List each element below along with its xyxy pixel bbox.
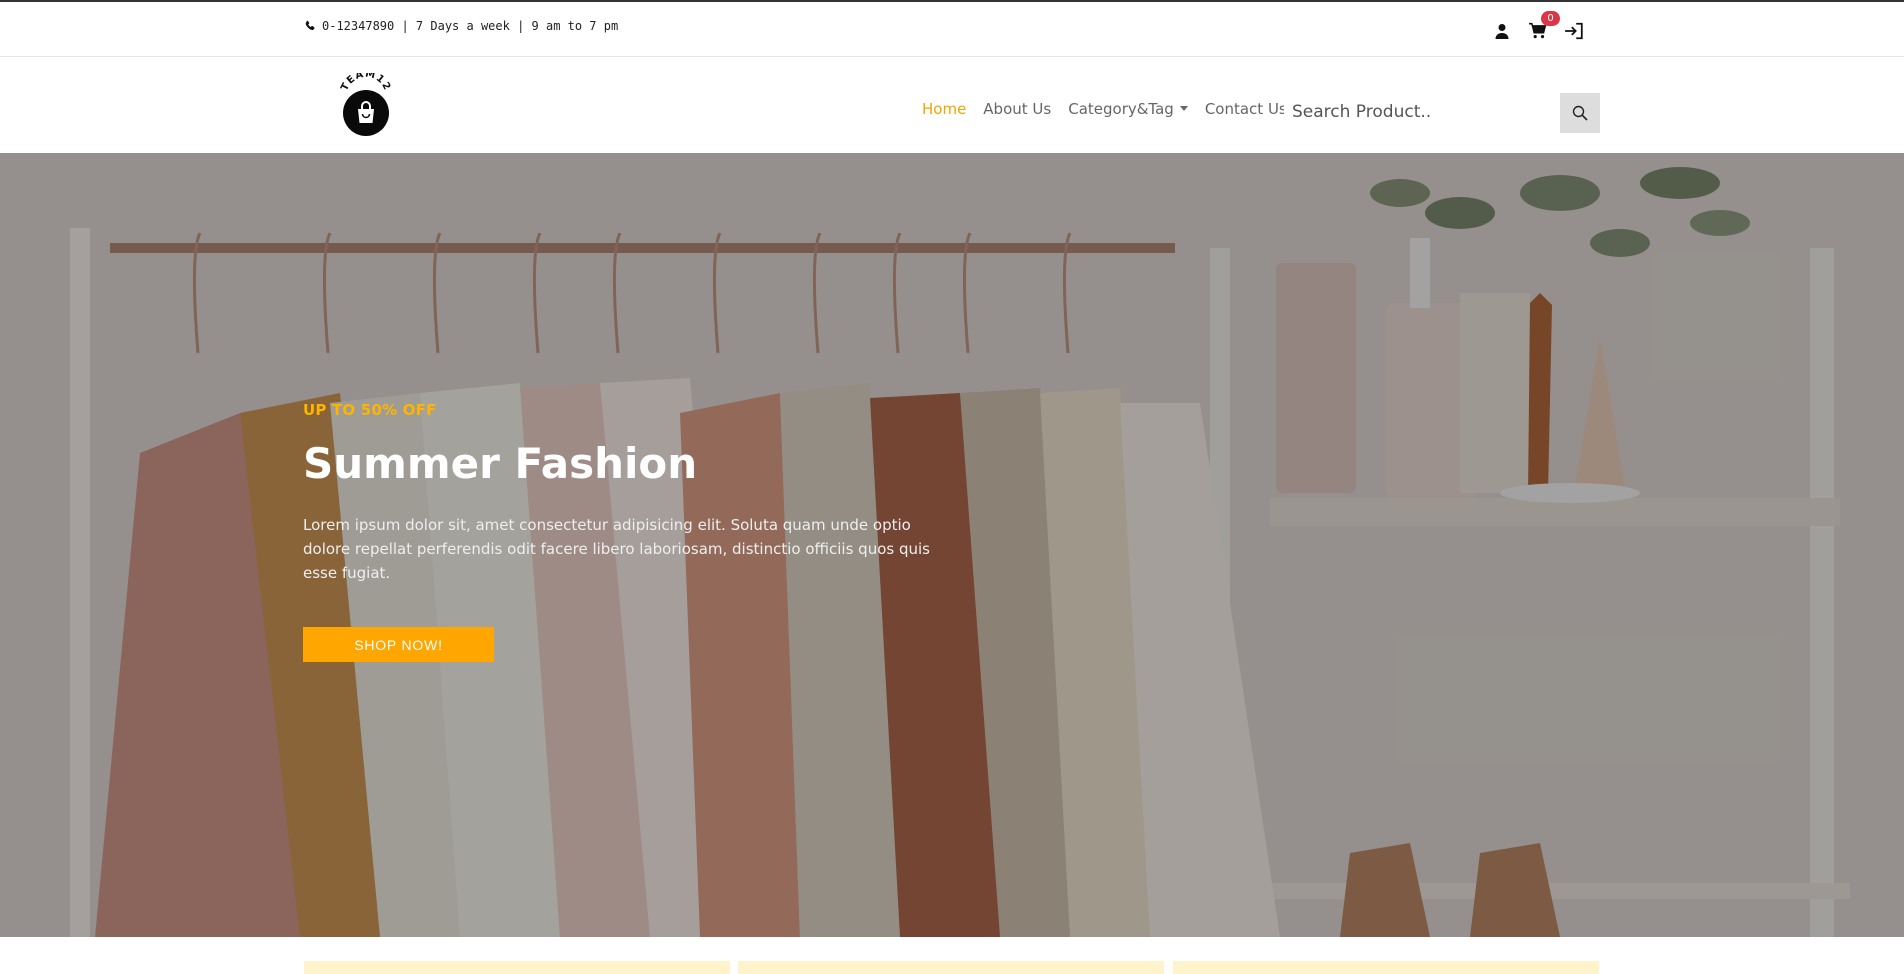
nav-menu: Home About Us Category&Tag Contact Us <box>922 100 1304 118</box>
user-icon <box>1495 24 1509 39</box>
logo-text: TEAM12 <box>339 68 391 92</box>
search-input[interactable] <box>1284 93 1559 131</box>
cart-count-badge: 0 <box>1541 11 1560 26</box>
hero-content: UP TO 50% OFF Summer Fashion Lorem ipsum… <box>303 401 963 663</box>
bag-logo-icon: TEAM12 <box>339 68 392 136</box>
contact-text: 0-12347890 | 7 Days a week | 9 am to 7 p… <box>322 19 619 33</box>
user-button[interactable] <box>1490 19 1514 43</box>
contact-info: 0-12347890 | 7 Days a week | 9 am to 7 p… <box>304 19 618 33</box>
feature-card-1 <box>304 961 730 974</box>
top-bar: 0-12347890 | 7 Days a week | 9 am to 7 p… <box>0 0 1904 57</box>
brand-logo[interactable]: TEAM12 <box>336 68 396 137</box>
nav-about-us[interactable]: About Us <box>983 100 1051 118</box>
hero-banner: UP TO 50% OFF Summer Fashion Lorem ipsum… <box>0 153 1904 937</box>
login-icon <box>1565 22 1583 40</box>
account-icons: 0 <box>1490 11 1586 43</box>
nav-home[interactable]: Home <box>922 100 966 118</box>
nav-category-tag-dropdown[interactable]: Category&Tag <box>1068 100 1188 118</box>
hero-title: Summer Fashion <box>303 439 698 488</box>
shop-now-button[interactable]: SHOP NOW! <box>303 627 494 663</box>
login-button[interactable] <box>1562 19 1586 43</box>
search-button[interactable] <box>1560 93 1600 133</box>
caret-down-icon <box>1179 106 1188 111</box>
feature-card-3 <box>1173 961 1599 974</box>
nav-contact-us[interactable]: Contact Us <box>1205 100 1287 118</box>
main-navbar: TEAM12 Home About Us Category&Tag Contac… <box>0 57 1904 153</box>
svg-text:TEAM12: TEAM12 <box>339 73 392 93</box>
search-icon <box>1572 105 1588 121</box>
feature-card-2 <box>738 961 1164 974</box>
hero-discount-label: UP TO 50% OFF <box>303 401 437 419</box>
phone-icon <box>305 20 315 31</box>
hero-description: Lorem ipsum dolor sit, amet consectetur … <box>303 516 930 583</box>
nav-category-tag-label: Category&Tag <box>1068 100 1174 118</box>
cart-button[interactable]: 0 <box>1526 11 1560 43</box>
